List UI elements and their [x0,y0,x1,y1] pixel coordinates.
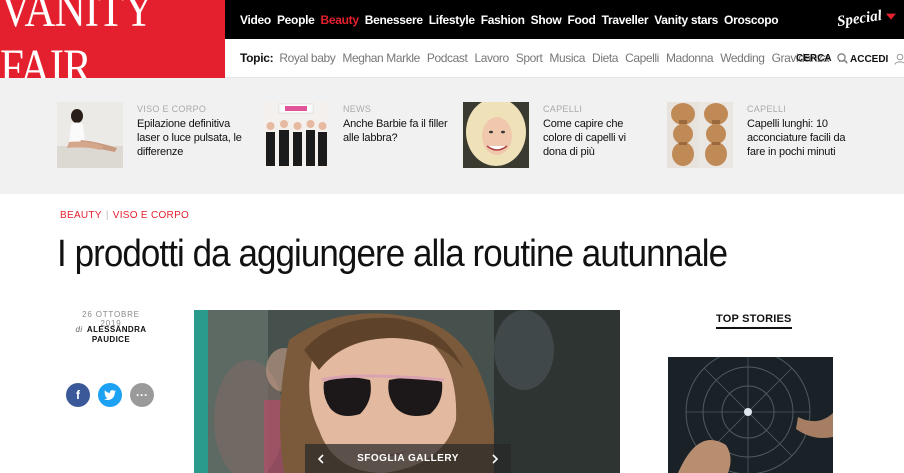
main-nav-bar: Video People Beauty Benessere Lifestyle … [225,0,904,39]
featured-thumbnail [263,102,329,168]
top-stories-heading: TOP STORIES [716,313,792,329]
user-icon [894,53,904,65]
nav-item-food[interactable]: Food [567,13,595,27]
nav-item-video[interactable]: Video [240,13,271,27]
breadcrumb: BEAUTY | VISO E CORPO [60,210,189,221]
featured-category: CAPELLI [543,104,583,114]
nav-item-benessere[interactable]: Benessere [365,13,423,27]
special-menu[interactable]: Special [836,6,897,31]
nav-item-vanity-stars[interactable]: Vanity stars [654,13,718,27]
featured-title[interactable]: Come capire che colore di capelli vi don… [543,117,651,159]
main-nav: Video People Beauty Benessere Lifestyle … [225,0,784,39]
breadcrumb-beauty[interactable]: BEAUTY [60,210,102,221]
topic-royal-baby[interactable]: Royal baby [279,51,335,65]
topic-wedding[interactable]: Wedding [720,51,765,65]
search-label: CERCA [796,53,832,64]
topic-meghan-markle[interactable]: Meghan Markle [342,51,420,65]
byline-prefix: di [75,325,83,334]
featured-title[interactable]: Capelli lunghi: 10 acconciature facili d… [747,117,855,159]
featured-thumbnail [667,102,733,168]
featured-thumbnail [463,102,529,168]
nav-item-show[interactable]: Show [531,13,562,27]
login-button[interactable]: ACCEDI [850,53,904,65]
top-story-image[interactable] [668,357,833,473]
chevron-left-icon[interactable] [317,453,325,464]
nav-item-lifestyle[interactable]: Lifestyle [429,13,475,27]
featured-card[interactable]: CAPELLI Capelli lunghi: 10 acconciature … [667,102,855,168]
login-label: ACCEDI [850,53,889,65]
topic-label: Topic: [240,51,274,65]
topic-madonna[interactable]: Madonna [666,51,714,65]
topic-podcast[interactable]: Podcast [427,51,468,65]
search-icon [836,53,848,64]
featured-category: VISO E CORPO [137,104,207,114]
topic-lavoro[interactable]: Lavoro [474,51,509,65]
facebook-share-button[interactable]: f [66,383,90,407]
vanity-fair-logo[interactable]: VANITY FAIR [0,0,225,96]
nav-item-fashion[interactable]: Fashion [481,13,525,27]
article-byline: di ALESSANDRA PAUDICE [71,325,151,345]
featured-category: CAPELLI [747,104,787,114]
chevron-right-icon[interactable] [491,453,499,464]
twitter-share-button[interactable] [98,383,122,407]
horoscope-photo [668,357,833,473]
nav-item-people[interactable]: People [277,13,315,27]
topic-dieta[interactable]: Dieta [592,51,618,65]
featured-card[interactable]: NEWS Anche Barbie fa il filler alle labb… [263,102,451,168]
gallery-nav-bar[interactable]: SFOGLIA GALLERY [305,444,511,473]
author-name[interactable]: ALESSANDRA PAUDICE [87,325,147,344]
topic-musica[interactable]: Musica [549,51,585,65]
gallery-label[interactable]: SFOGLIA GALLERY [357,453,459,464]
featured-card[interactable]: VISO E CORPO Epilazione definitiva laser… [57,102,245,168]
more-icon: ··· [136,388,148,402]
breadcrumb-separator: | [105,210,109,221]
topic-sport[interactable]: Sport [516,51,543,65]
article-headline: I prodotti da aggiungere alla routine au… [57,233,728,275]
nav-item-beauty[interactable]: Beauty [321,13,360,27]
featured-category: NEWS [343,104,372,114]
search-button[interactable]: CERCA [796,53,848,64]
nav-item-traveller[interactable]: Traveller [602,13,649,27]
share-buttons: f ··· [66,383,154,407]
topic-capelli[interactable]: Capelli [625,51,659,65]
facebook-icon: f [76,388,80,402]
featured-card[interactable]: CAPELLI Come capire che colore di capell… [463,102,651,168]
nav-item-oroscopo[interactable]: Oroscopo [724,13,779,27]
special-label: Special [836,7,883,31]
topic-bar: Topic: Royal baby Meghan Markle Podcast … [225,39,904,78]
chevron-down-icon [885,13,896,20]
featured-title[interactable]: Anche Barbie fa il filler alle labbra? [343,117,451,145]
breadcrumb-viso-e-corpo[interactable]: VISO E CORPO [113,210,189,221]
featured-strip: VISO E CORPO Epilazione definitiva laser… [0,78,904,194]
more-share-button[interactable]: ··· [130,383,154,407]
featured-title[interactable]: Epilazione definitiva laser o luce pulsa… [137,117,245,159]
featured-thumbnail [57,102,123,168]
twitter-icon [104,390,116,400]
